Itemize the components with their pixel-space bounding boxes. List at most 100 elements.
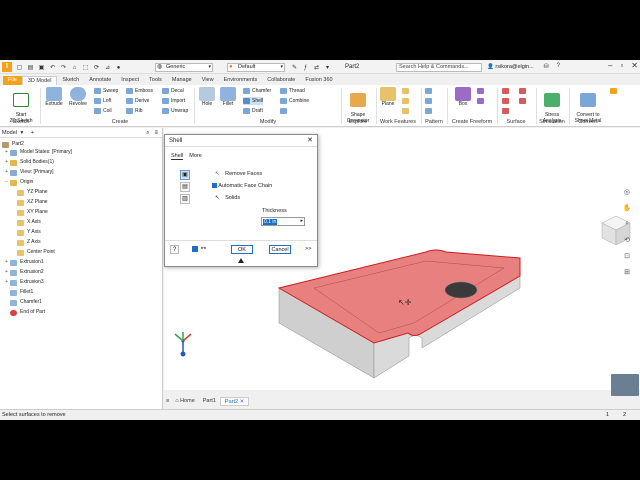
fusion-button[interactable] bbox=[610, 87, 619, 95]
part-model[interactable]: ↖✛ bbox=[277, 249, 521, 379]
solids-selector[interactable]: ↖ Solids bbox=[215, 195, 240, 201]
add-icon[interactable]: + bbox=[31, 130, 34, 136]
expand-button[interactable]: >> bbox=[305, 246, 311, 252]
update-icon[interactable]: ⟳ bbox=[92, 64, 101, 72]
redo-icon[interactable]: ↷ bbox=[59, 64, 68, 72]
tree-item-x-axis[interactable]: X Axis bbox=[17, 218, 41, 227]
measure-icon[interactable]: ⊿ bbox=[103, 64, 112, 72]
tabs-menu-icon[interactable]: ≡ bbox=[164, 398, 171, 404]
pan-icon[interactable]: ✋ bbox=[623, 204, 632, 212]
tab-collaborate[interactable]: Collaborate bbox=[262, 76, 300, 85]
zoom-window-icon[interactable]: ⊞ bbox=[624, 268, 630, 276]
shell-inside-icon[interactable]: ▣ bbox=[180, 170, 190, 180]
tab-tools[interactable]: Tools bbox=[144, 76, 167, 85]
patch-button[interactable] bbox=[502, 97, 511, 105]
sweep-button[interactable]: Sweep bbox=[94, 87, 118, 95]
close-icon[interactable]: ✕ bbox=[307, 135, 313, 147]
open-icon[interactable]: ▤ bbox=[26, 64, 35, 72]
tab-fusion-360[interactable]: Fusion 360 bbox=[300, 76, 337, 85]
tree-item-extrusion3[interactable]: Extrusion3 bbox=[10, 278, 44, 287]
home-icon[interactable]: ⌂ bbox=[70, 64, 79, 72]
tree-item-y-axis[interactable]: Y Axis bbox=[17, 228, 41, 237]
tree-item-solid-bodies[interactable]: Solid Bodies(1) bbox=[10, 158, 54, 167]
help-icon[interactable]: ? bbox=[170, 245, 179, 254]
expand-icon[interactable]: + bbox=[5, 159, 8, 165]
tab-more[interactable]: More bbox=[189, 153, 202, 160]
undo-icon[interactable]: ↶ bbox=[48, 64, 57, 72]
plane-button[interactable]: Plane bbox=[378, 87, 398, 108]
rib-button[interactable]: Rib bbox=[126, 107, 143, 115]
adjust-icon[interactable]: ⇄ bbox=[312, 64, 321, 72]
tab-view[interactable]: View bbox=[197, 76, 219, 85]
tab-annotate[interactable]: Annotate bbox=[84, 76, 116, 85]
tab-file[interactable]: File bbox=[3, 76, 22, 85]
collapse-icon[interactable]: − bbox=[5, 179, 8, 185]
shell-outside-icon[interactable]: ▤ bbox=[180, 182, 190, 192]
doc-tab-home[interactable]: ⌂ Home bbox=[171, 397, 199, 406]
revolve-button[interactable]: Revolve bbox=[66, 87, 90, 108]
fillet-button[interactable]: Fillet bbox=[218, 87, 238, 108]
tree-item-z-axis[interactable]: Z Axis bbox=[17, 238, 41, 247]
box-button[interactable]: Box bbox=[452, 87, 474, 108]
tree-item-view[interactable]: View: [Primary] bbox=[10, 168, 54, 177]
shell-button[interactable]: Shell bbox=[243, 97, 264, 105]
draft-button[interactable]: Draft bbox=[243, 107, 263, 115]
chevron-down-icon[interactable]: ▾ bbox=[21, 130, 24, 136]
circular-pattern-button[interactable] bbox=[425, 97, 434, 105]
tree-item-chamfer1[interactable]: Chamfer1 bbox=[10, 298, 42, 307]
user-account[interactable]: 👤 rsikora@elgin... bbox=[487, 63, 545, 72]
orbit-icon[interactable]: ⟲ bbox=[624, 236, 630, 244]
tab-inspect[interactable]: Inspect bbox=[116, 76, 144, 85]
search-input[interactable]: Search Help & Commands... bbox=[396, 63, 482, 72]
expand-icon[interactable]: + bbox=[5, 269, 8, 275]
ok-button[interactable]: OK bbox=[231, 245, 253, 254]
material-select[interactable]: ◍ Generic ▾ bbox=[155, 63, 213, 72]
expand-icon[interactable]: + bbox=[5, 149, 8, 155]
tree-item-fillet1[interactable]: Fillet1 bbox=[10, 288, 33, 297]
extend-button[interactable] bbox=[519, 97, 528, 105]
maximize-icon[interactable]: ▫ bbox=[620, 61, 623, 70]
zoom-icon[interactable]: ⌕ bbox=[625, 220, 629, 228]
look-at-icon[interactable]: ⊡ bbox=[624, 252, 630, 260]
minimize-icon[interactable]: – bbox=[608, 61, 612, 70]
tab-sketch[interactable]: Sketch bbox=[57, 76, 84, 85]
expand-icon[interactable]: + bbox=[5, 259, 8, 265]
new-icon[interactable]: ▢ bbox=[15, 64, 24, 72]
thread-button[interactable]: Thread bbox=[280, 87, 305, 95]
extrude-button[interactable]: Extrude bbox=[43, 87, 65, 108]
decal-button[interactable]: Decal bbox=[162, 87, 184, 95]
save-icon[interactable]: ▣ bbox=[37, 64, 46, 72]
expand-icon[interactable]: + bbox=[5, 169, 8, 175]
hole-button[interactable]: Hole bbox=[198, 87, 216, 108]
cancel-button[interactable]: Cancel bbox=[269, 245, 291, 254]
steering-wheel-icon[interactable]: ◎ bbox=[624, 188, 630, 196]
import-button[interactable]: Import bbox=[162, 97, 185, 105]
doc-tab-part2[interactable]: Part2 ✕ bbox=[219, 396, 250, 406]
more-modify-button[interactable] bbox=[280, 107, 289, 115]
dialog-grip-icon[interactable] bbox=[238, 258, 244, 263]
search-icon[interactable]: ⌕ bbox=[146, 128, 149, 138]
select-icon[interactable]: ⬚ bbox=[81, 64, 90, 72]
thickness-input[interactable]: 0.1 in ▸ bbox=[261, 217, 305, 226]
tree-item-xz-plane[interactable]: XZ Plane bbox=[17, 198, 48, 207]
more-icon[interactable]: ▾ bbox=[323, 64, 332, 72]
cylinder-button[interactable] bbox=[477, 97, 486, 105]
shell-both-icon[interactable]: ▥ bbox=[180, 194, 190, 204]
clear-override-icon[interactable]: ✎ bbox=[290, 64, 299, 72]
fx-icon[interactable]: ƒ bbox=[301, 64, 310, 72]
help-icon[interactable]: ? bbox=[557, 63, 560, 70]
sculpt-button[interactable] bbox=[519, 87, 528, 95]
loft-button[interactable]: Loft bbox=[94, 97, 111, 105]
tree-item-origin[interactable]: Origin bbox=[10, 178, 33, 187]
stitch-button[interactable] bbox=[502, 87, 511, 95]
auto-face-chain-checkbox[interactable]: Automatic Face Chain bbox=[212, 183, 272, 189]
tree-item-end-of-part[interactable]: End of Part bbox=[10, 308, 45, 317]
tree-item-extrusion2[interactable]: Extrusion2 bbox=[10, 268, 44, 277]
tab-environments[interactable]: Environments bbox=[219, 76, 263, 85]
axis-button[interactable] bbox=[402, 87, 411, 95]
color-icon[interactable]: ● bbox=[114, 64, 123, 72]
combine-button[interactable]: Combine bbox=[280, 97, 309, 105]
rectangular-pattern-button[interactable] bbox=[425, 87, 434, 95]
tree-item-extrusion1[interactable]: Extrusion1 bbox=[10, 258, 44, 267]
point-button[interactable] bbox=[402, 97, 411, 105]
